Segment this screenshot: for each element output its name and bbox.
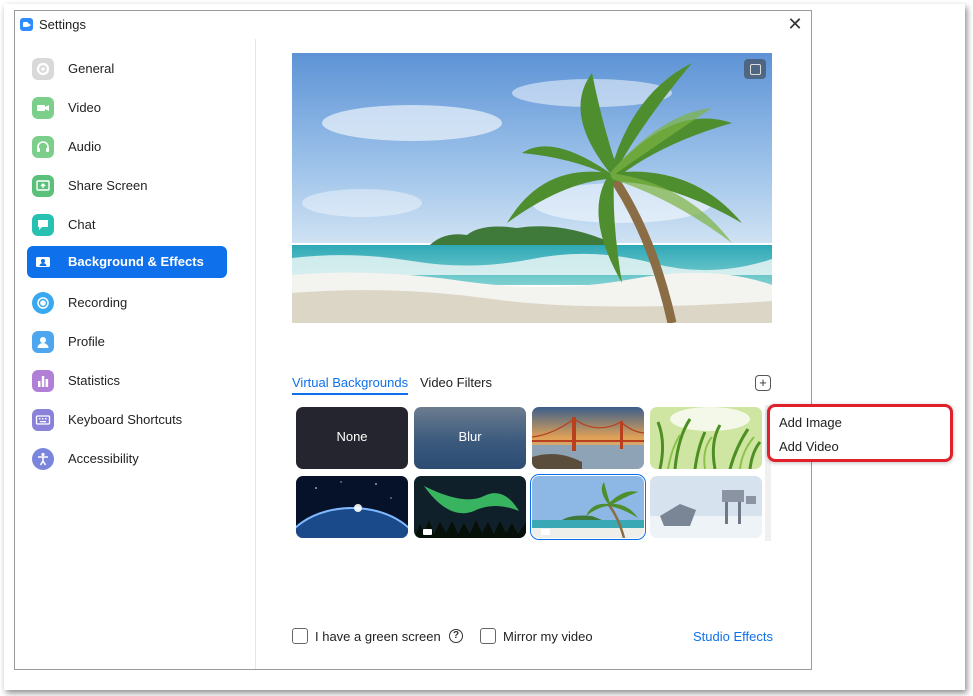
background-thumb-aurora[interactable] xyxy=(414,476,526,538)
mirror-video-label: Mirror my video xyxy=(503,629,593,644)
sidebar-item-chat[interactable]: Chat xyxy=(27,209,227,241)
green-screen-label: I have a green screen xyxy=(315,629,441,644)
sidebar-item-recording[interactable]: Recording xyxy=(27,287,227,319)
sidebar-item-video[interactable]: Video xyxy=(27,92,227,124)
bar-chart-icon xyxy=(32,370,54,392)
sidebar-item-label: Video xyxy=(68,100,102,115)
earth-image xyxy=(296,476,408,538)
camera-switch-icon[interactable] xyxy=(744,59,766,79)
background-thumb-none[interactable]: None xyxy=(296,407,408,469)
sidebar-item-label: Background & Effects xyxy=(68,254,204,269)
sidebar-item-share-screen[interactable]: Share Screen xyxy=(27,170,227,202)
thumb-label: None xyxy=(336,429,368,444)
sidebar-item-keyboard-shortcuts[interactable]: Keyboard Shortcuts xyxy=(27,404,227,436)
background-thumb-golden-gate[interactable] xyxy=(532,407,644,469)
background-thumb-earth[interactable] xyxy=(296,476,408,538)
sidebar-item-profile[interactable]: Profile xyxy=(27,326,227,358)
accessibility-icon xyxy=(32,448,54,470)
sidebar-item-accessibility[interactable]: Accessibility xyxy=(27,443,227,475)
add-background-menu: Add Image Add Video xyxy=(767,404,953,462)
add-background-button[interactable]: + xyxy=(755,375,771,391)
studio-effects-link[interactable]: Studio Effects xyxy=(693,629,773,644)
background-thumb-walkers[interactable] xyxy=(650,476,762,538)
sidebar-item-general[interactable]: General xyxy=(27,53,227,85)
sidebar-item-statistics[interactable]: Statistics xyxy=(27,365,227,397)
background-thumb-beach[interactable] xyxy=(530,474,646,540)
chat-bubble-icon xyxy=(32,214,54,236)
sidebar-item-label: Statistics xyxy=(68,373,121,388)
headphones-icon xyxy=(32,136,54,158)
sidebar-item-label: Recording xyxy=(68,295,128,310)
window-title: Settings xyxy=(39,17,86,32)
add-image-menu-item[interactable]: Add Image xyxy=(779,415,842,430)
zoom-app-icon xyxy=(20,18,33,31)
sidebar-item-label: General xyxy=(68,61,115,76)
help-icon[interactable]: ? xyxy=(449,629,463,643)
sidebar-item-background-effects[interactable]: Background & Effects xyxy=(27,246,227,278)
close-button[interactable]: ✕ xyxy=(785,14,805,34)
video-preview xyxy=(292,53,772,323)
sidebar-item-label: Share Screen xyxy=(68,178,148,193)
sidebar-item-label: Profile xyxy=(68,334,105,349)
golden-gate-image xyxy=(532,407,644,469)
green-screen-checkbox[interactable] xyxy=(292,628,308,644)
background-thumb-grass[interactable] xyxy=(650,407,762,469)
settings-sidebar: General Video Audio Share Screen Chat Ba… xyxy=(15,39,256,669)
record-icon xyxy=(32,292,54,314)
background-thumb-blur[interactable]: Blur xyxy=(414,407,526,469)
person-card-icon xyxy=(32,251,54,273)
sidebar-item-label: Accessibility xyxy=(68,451,139,466)
video-icon xyxy=(423,529,432,535)
sidebar-item-label: Audio xyxy=(68,139,102,154)
gear-icon xyxy=(32,58,54,80)
share-screen-icon xyxy=(32,175,54,197)
sidebar-item-label: Keyboard Shortcuts xyxy=(68,412,183,427)
thumb-label: Blur xyxy=(458,429,482,444)
keyboard-icon xyxy=(32,409,54,431)
mirror-video-checkbox[interactable] xyxy=(480,628,496,644)
grass-image xyxy=(650,407,762,469)
add-video-menu-item[interactable]: Add Video xyxy=(779,439,839,454)
video-icon xyxy=(541,529,550,535)
tab-virtual-backgrounds[interactable]: Virtual Backgrounds xyxy=(292,375,409,395)
sidebar-item-audio[interactable]: Audio xyxy=(27,131,227,163)
profile-icon xyxy=(32,331,54,353)
beach-preview-image xyxy=(292,53,772,323)
snow-walkers-image xyxy=(650,476,762,538)
sidebar-item-label: Chat xyxy=(68,217,96,232)
video-camera-icon xyxy=(32,97,54,119)
tab-video-filters[interactable]: Video Filters xyxy=(420,375,492,393)
title-bar: Settings ✕ xyxy=(15,11,811,38)
